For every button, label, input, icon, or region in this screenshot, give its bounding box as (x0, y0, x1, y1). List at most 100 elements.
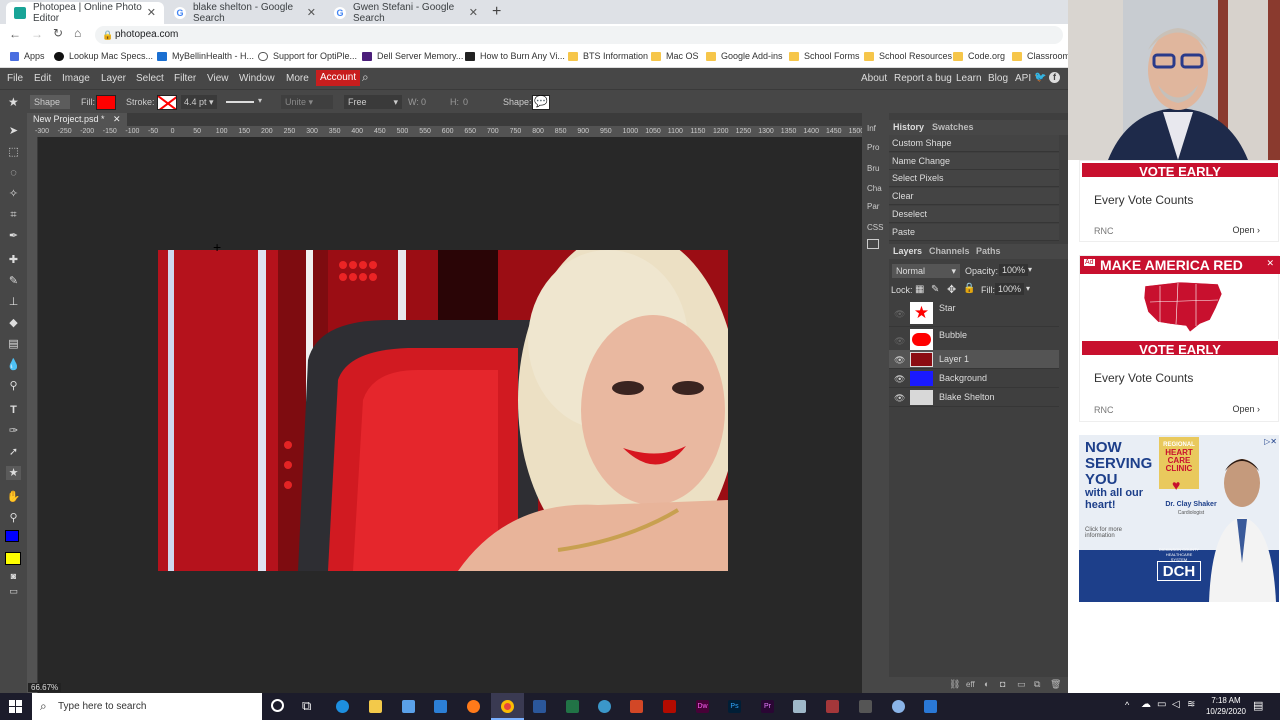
menu-select[interactable]: Select (136, 73, 164, 84)
layer-row-background[interactable]: 👁 Background (889, 369, 1059, 388)
close-icon[interactable]: ✕ (307, 6, 316, 19)
stroke-width-field[interactable]: 4.4 pt ▾ (181, 95, 217, 109)
app-icon[interactable] (924, 700, 937, 713)
screen-mode-icon[interactable]: ▭ (6, 584, 21, 598)
visibility-icon[interactable]: 👁 (894, 393, 905, 404)
bookmark-folder[interactable]: BTS Information (568, 51, 648, 61)
history-item[interactable]: Name Change (889, 153, 1059, 170)
history-item[interactable]: Clear (889, 188, 1059, 205)
dreamweaver-icon[interactable]: Dw (696, 700, 709, 713)
menu-filter[interactable]: Filter (174, 73, 196, 84)
visibility-off-icon[interactable]: 👁 (894, 336, 905, 347)
move-tool-icon[interactable]: ➤ (6, 124, 21, 138)
layer-row-blake-shelton[interactable]: 👁 Blake Shelton (889, 388, 1059, 407)
app-icon[interactable] (793, 700, 806, 713)
eyedropper-icon[interactable]: ✒ (6, 229, 21, 243)
menu-more[interactable]: More (286, 73, 309, 84)
new-tab-icon[interactable]: + (492, 3, 501, 21)
visibility-icon[interactable]: 👁 (894, 374, 905, 385)
trash-icon[interactable]: 🗑 (1050, 679, 1061, 690)
wifi-icon[interactable]: ≋ (1187, 699, 1195, 710)
clock[interactable]: 7:18 AM 10/29/2020 (1203, 695, 1249, 717)
blur-tool-icon[interactable]: 💧 (6, 358, 21, 372)
dodge-tool-icon[interactable]: ⚲ (6, 379, 21, 393)
menu-file[interactable]: File (7, 73, 23, 84)
history-item[interactable]: Paste (889, 224, 1059, 241)
shape-mode-select[interactable]: Shape ▾ (30, 95, 70, 121)
new-layer-icon[interactable]: ⧉ (1034, 679, 1040, 690)
bookmark-item[interactable]: MyBellinHealth - H... (157, 51, 254, 61)
brush-tool-icon[interactable]: ✎ (6, 274, 21, 288)
menu-view[interactable]: View (207, 73, 229, 84)
bookmark-folder[interactable]: Classroom (1012, 51, 1070, 61)
tab-paths[interactable]: Paths (976, 246, 1001, 256)
lock-all-icon[interactable]: 🔒 (963, 283, 975, 294)
tab-blake-shelton[interactable]: G blake shelton - Google Search ✕ (166, 2, 324, 24)
chevron-down-icon[interactable]: ▾ (258, 96, 262, 105)
canvas-image[interactable] (158, 250, 728, 571)
document-tab[interactable]: New Project.psd * ✕ (27, 113, 127, 126)
history-item[interactable]: Deselect (889, 206, 1059, 223)
bookmark-folder[interactable]: School Forms (789, 51, 860, 61)
speech-bubble-shape-icon[interactable]: 💬 (532, 95, 550, 110)
app-icon[interactable] (859, 700, 872, 713)
firefox-icon[interactable] (467, 700, 480, 713)
stroke-style-select[interactable] (226, 101, 254, 103)
zoom-level[interactable]: 66.67% (28, 683, 62, 692)
blend-mode-select[interactable]: Normal ▾ (892, 264, 960, 278)
settings-icon[interactable] (892, 700, 905, 713)
layer-row-star[interactable]: 👁 ★ Star (889, 300, 1059, 327)
constraint-select[interactable]: Free ▾ (344, 95, 402, 109)
type-tool-icon[interactable]: T (6, 403, 21, 417)
crop-tool-icon[interactable]: ⌗ (6, 208, 21, 222)
menu-learn[interactable]: Learn (956, 73, 982, 84)
ad-make-america-red[interactable]: MAKE AMERICA RED Ad ✕ VOTE EARLY Every V… (1079, 255, 1280, 422)
search-icon[interactable]: ⌕ (362, 70, 369, 85)
panel-paragraph[interactable]: Par (867, 202, 879, 211)
fill-color-swatch[interactable] (96, 95, 116, 110)
bookmark-folder[interactable]: Mac OS (651, 51, 699, 61)
path-select-icon[interactable]: ➚ (6, 445, 21, 459)
mail-icon[interactable] (434, 700, 447, 713)
panel-css[interactable]: CSS (867, 223, 883, 232)
menu-report-bug[interactable]: Report a bug (894, 73, 952, 84)
quick-mask-icon[interactable]: ◙ (6, 569, 21, 583)
tab-photopea[interactable]: Photopea | Online Photo Editor ✕ (6, 2, 164, 24)
bookmark-folder[interactable]: School Resources (864, 51, 952, 61)
url-field[interactable]: 🔒 photopea.com (95, 26, 1063, 44)
hand-tool-icon[interactable]: ✋ (6, 490, 21, 504)
close-icon[interactable]: ✕ (147, 6, 156, 19)
cortana-icon[interactable] (271, 699, 284, 712)
image-panel-icon[interactable] (867, 239, 879, 249)
ad-choices-icon[interactable]: Ad (1084, 259, 1095, 266)
panel-brush[interactable]: Bru (867, 164, 879, 173)
home-icon[interactable]: ⌂ (74, 26, 81, 40)
path-operation-select[interactable]: Unite ▾ (281, 95, 333, 109)
cloud-icon[interactable]: ☁ (1141, 699, 1151, 710)
bookmark-item[interactable]: How to Burn Any Vi... (465, 51, 565, 61)
twitter-icon[interactable]: 🐦 (1034, 72, 1046, 83)
powerpoint-icon[interactable] (630, 700, 643, 713)
effects-icon[interactable]: eff (966, 680, 975, 689)
menu-api[interactable]: API (1015, 73, 1031, 84)
tab-gwen-stefani[interactable]: G Gwen Stefani - Google Search ✕ (326, 2, 486, 24)
forward-icon[interactable]: → (31, 27, 43, 41)
ad-open-button[interactable]: Open › (1232, 404, 1260, 414)
access-icon[interactable] (826, 700, 839, 713)
ad-open-button[interactable]: Open › (1232, 225, 1260, 235)
taskbar-search-input[interactable]: ⌕ Type here to search (32, 693, 262, 720)
tab-layers[interactable]: Layers (893, 246, 922, 256)
close-icon[interactable]: ✕ (469, 6, 478, 19)
clone-stamp-icon[interactable]: ⊥ (6, 295, 21, 309)
notification-icon[interactable]: ▤ (1253, 699, 1263, 712)
account-button[interactable]: Account (316, 70, 361, 86)
marquee-tool-icon[interactable]: ⬚ (6, 145, 21, 159)
menu-layer[interactable]: Layer (101, 73, 126, 84)
stroke-color-swatch[interactable] (157, 95, 177, 110)
eraser-icon[interactable]: ◆ (6, 316, 21, 330)
close-icon[interactable]: ✕ (1266, 258, 1274, 269)
panel-info[interactable]: Inf (867, 124, 876, 133)
store-icon[interactable] (402, 700, 415, 713)
visibility-off-icon[interactable]: 👁 (894, 309, 905, 320)
chevron-down-icon[interactable]: ▾ (1028, 265, 1032, 274)
